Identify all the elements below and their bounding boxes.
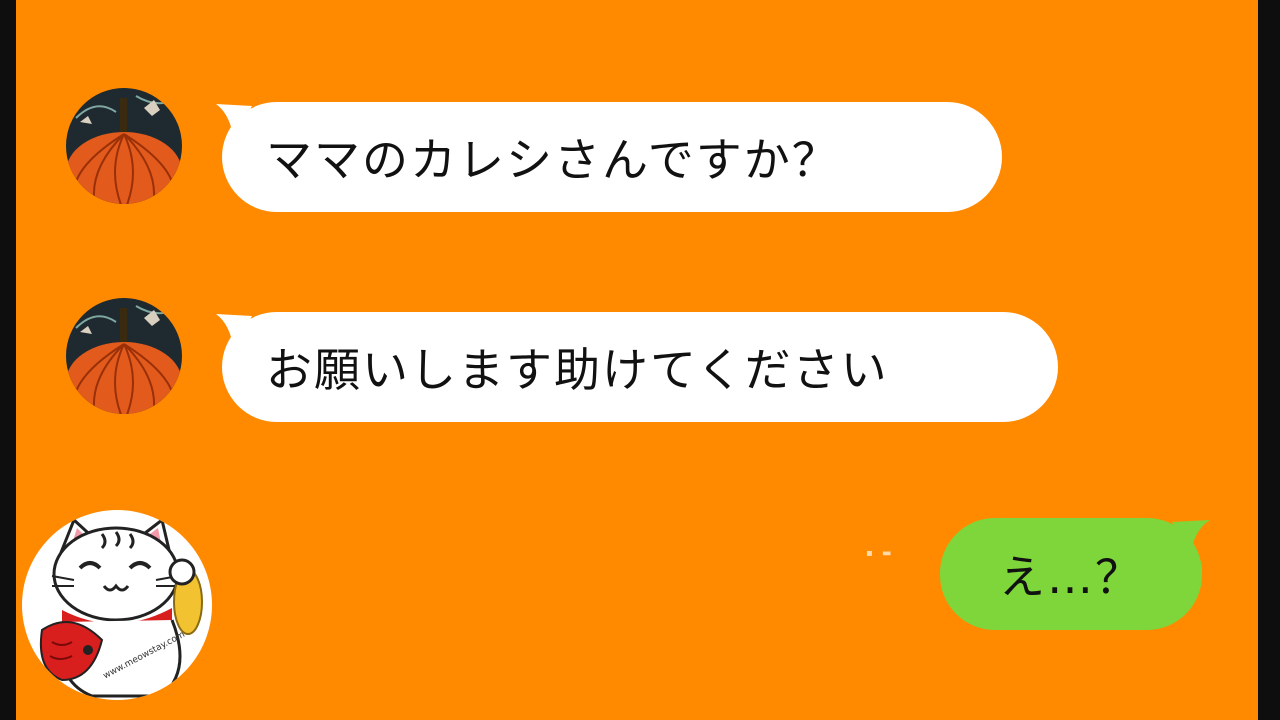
message-read-status: ▪ ▬: [866, 548, 895, 559]
pumpkin-avatar-icon[interactable]: [66, 88, 182, 204]
message-bubble-incoming[interactable]: ママのカレシさんですか？: [222, 102, 1002, 212]
pumpkin-avatar-icon[interactable]: [66, 298, 182, 414]
message-text: お願いします助けてください: [266, 343, 889, 397]
bubble-tail: [216, 314, 252, 350]
bubble-tail: [1172, 520, 1210, 556]
message-text: え…？: [999, 550, 1143, 604]
bubble-tail: [216, 104, 252, 140]
message-text: ママのカレシさんですか？: [266, 133, 840, 187]
message-bubble-outgoing[interactable]: え…？: [940, 518, 1202, 630]
message-bubble-incoming[interactable]: お願いします助けてください: [222, 312, 1058, 422]
